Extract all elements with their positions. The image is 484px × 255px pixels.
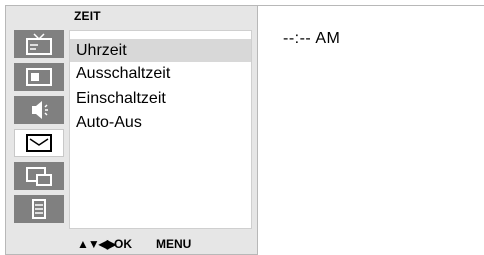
tv-icon[interactable]: [14, 30, 64, 58]
time-icon[interactable]: [14, 129, 64, 157]
osd-panel: ZEIT Uhrzeit Ausschaltzeit Einschaltzeit…: [5, 5, 258, 255]
picture-icon[interactable]: [14, 63, 64, 91]
menu-item-ausschaltzeit[interactable]: Ausschaltzeit: [70, 62, 251, 85]
navigation-hint-bar: ▲▼◀▶ OK MENU: [69, 233, 252, 253]
menu-title: ZEIT: [74, 9, 101, 23]
special-icon[interactable]: [14, 195, 64, 223]
screen-icon[interactable]: [14, 162, 64, 190]
menu-item-einschaltzeit[interactable]: Einschaltzeit: [70, 87, 251, 110]
menu-hint: MENU: [156, 237, 192, 251]
navigation-arrows-icon: ▲▼◀▶: [77, 237, 116, 251]
menu-item-auto-aus[interactable]: Auto-Aus: [70, 111, 251, 134]
menu-item-uhrzeit[interactable]: Uhrzeit: [70, 39, 251, 62]
ok-hint: OK: [114, 237, 132, 251]
clock-value: --:-- AM: [283, 30, 341, 47]
divider-line: [258, 5, 484, 6]
time-menu-list: Uhrzeit Ausschaltzeit Einschaltzeit Auto…: [69, 30, 252, 229]
speaker-icon[interactable]: [14, 96, 64, 124]
